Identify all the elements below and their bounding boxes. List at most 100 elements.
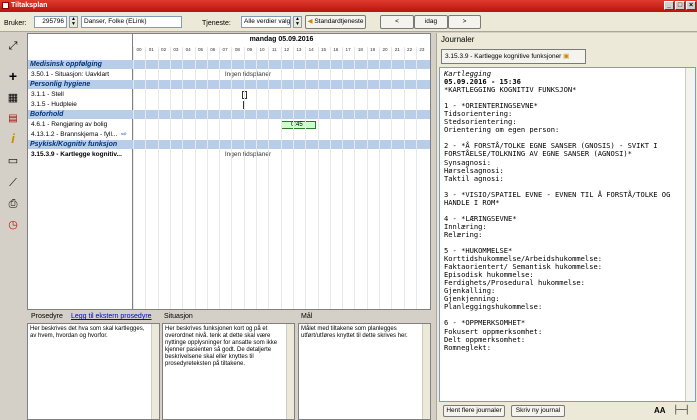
bruker-id-field[interactable]: 295796 [34,16,67,28]
journal-panel: Journaler 3.15.3.9 - Kartlegge kognitive… [436,33,697,420]
hour-gridline [231,47,233,309]
grid-date: mandag 05.09.2016 [249,36,314,43]
plan-row[interactable]: 4.6.1 - Rengjøring av bolig [28,120,430,129]
document-icon[interactable]: ▤ [5,111,21,127]
maal-label: Mål [301,313,313,320]
tjeneste-select[interactable]: Alle verdier valgt [241,16,291,28]
hour-gridline [219,47,221,309]
prosedyre-label: Prosedyre [31,313,63,320]
ekstern-prosedyre-link[interactable]: Legg til ekstern prosedyre [71,313,152,320]
hour-gridline [354,47,356,309]
hour-label: 16 [333,47,339,52]
bruker-spinner[interactable]: ▲ ▼ [69,16,78,28]
detail-panel: Prosedyre Legg til ekstern prosedyre Sit… [27,310,431,420]
minimize-button[interactable]: _ [664,1,674,10]
hour-gridline [268,47,270,309]
window: Tiltaksplan _ □ × Bruker: 295796 ▲ ▼ Dans… [0,0,697,420]
journal-line: *KARTLEGGING KOGNITIV FUNKSJON* [444,85,577,95]
add-icon[interactable]: + [5,68,21,84]
journal-title: Journaler [441,35,475,44]
hour-label: 11 [271,47,277,52]
card-icon[interactable]: ▭ [5,153,21,169]
situasjon-label: Situasjon [164,313,193,320]
hour-gridline [280,47,282,309]
hour-gridline [391,47,393,309]
tjeneste-spinner[interactable]: ▲ ▼ [293,16,302,28]
hour-label: 10 [259,47,265,52]
maal-textbox[interactable]: Målet med tiltakene som planlegges utfør… [298,323,431,420]
plan-row[interactable]: 3.1.1 - Stell [28,90,430,99]
journal-textbox[interactable]: Kartlegging 05.09.2016 - 15:36 *KARTLEGGIN… [439,67,696,402]
close-button[interactable]: × [686,1,696,10]
prosedyre-textbox[interactable]: Her beskrives det hva som skal kartlegge… [27,323,160,420]
hour-label: 14 [308,47,314,52]
next-button[interactable]: > [448,15,481,29]
hour-label: 03 [173,47,179,52]
bruker-name-field[interactable]: Danser, Folke (ELink) [81,16,182,28]
plan-row[interactable]: 4.13.1.2 - Brannskjema - fyll... ⇨ [28,130,430,139]
maximize-button[interactable]: □ [675,1,685,10]
standard-button[interactable]: ◀ Standardtjeneste [305,15,366,29]
info-icon[interactable]: i [5,131,21,147]
category-medisinsk: Medisinsk oppfølging [28,60,430,69]
row-label: 4.13.1.2 - Brannskjema - fyll... [31,131,118,138]
title-bar: Tiltaksplan _ □ × [0,0,697,12]
hour-gridline [256,47,257,309]
link-arrow-icon[interactable]: ⇨ [121,130,127,139]
expand-icon[interactable]: ⤢ [5,38,21,54]
calendar-icon[interactable]: ▦ [5,90,21,106]
hour-label: 04 [185,47,191,52]
hour-label: 17 [345,47,351,52]
hour-label: 19 [370,47,376,52]
hour-label: 02 [161,47,167,52]
clock-icon[interactable]: ◷ [5,217,21,233]
hour-gridline [329,47,331,309]
situasjon-scrollbar[interactable] [286,324,294,419]
hour-label: 18 [357,47,363,52]
situasjon-textbox[interactable]: Her beskrives funksjonen kort og på et o… [162,323,295,420]
row-label: 4.6.1 - Rengjøring av bolig [31,121,108,128]
chart-icon[interactable]: ⟋ [5,175,21,191]
journal-line: Romneglekt: [444,342,491,352]
hour-gridline [169,47,171,309]
plan-row[interactable]: 3.1.5 - Hudpleie [28,100,430,109]
prev-button[interactable]: < [380,15,414,29]
standard-button-label: Standardtjeneste [314,18,364,25]
hour-label: 20 [382,47,388,52]
app-icon [2,2,9,9]
hour-label: 06 [210,47,216,52]
category-hygiene: Personlig hygiene [28,80,430,89]
hour-label: 21 [394,47,400,52]
print-icon[interactable]: ⎙ [5,196,21,212]
bruker-label: Bruker: [4,20,27,27]
toolbar: Bruker: 295796 ▲ ▼ Danser, Folke (ELink) … [0,12,697,32]
skriv-journal-button[interactable]: Skriv ny journal [511,405,565,417]
hour-label: 05 [197,47,204,52]
left-toolbar: ⤢ + ▦ ▤ i ▭ ⟋ ⎙ ◷ [0,33,26,420]
hour-label: 23 [419,47,425,52]
situasjon-text: Her beskrives funksjonen kort og på et o… [165,326,278,367]
hour-gridline [182,47,184,309]
journal-selector[interactable]: 3.15.3.9 - Kartlegge kognitive funksjone… [441,49,586,64]
journal-selector-icon: ▣ [563,53,570,60]
hour-gridline [133,47,134,309]
row-label: 3.15.3.9 - Kartlegge kognitiv... [31,151,122,158]
hour-gridline [305,47,307,309]
window-title: Tiltaksplan [11,2,48,9]
row-label: 3.1.5 - Hudpleie [31,101,77,108]
prosedyre-scrollbar[interactable] [151,324,159,419]
today-button[interactable]: idag [414,15,448,29]
hour-gridline [317,47,319,309]
journal-line: Orientering om egen person: [444,125,560,135]
hent-journaler-button[interactable]: Hent flere journaler [443,405,505,417]
hour-gridline [194,47,196,309]
hour-label: 00 [136,47,142,52]
hour-label: 07 [222,47,228,52]
journal-scrollbar[interactable] [685,68,695,401]
hour-label: 15 [320,47,327,52]
font-size-slider[interactable]: ├─┤ [673,405,690,414]
hour-label: 13 [296,47,302,52]
maal-scrollbar[interactable] [422,324,430,419]
rengjoring-schedule-bar[interactable]: 0:45 [281,121,316,129]
hour-label: 01 [148,47,154,52]
